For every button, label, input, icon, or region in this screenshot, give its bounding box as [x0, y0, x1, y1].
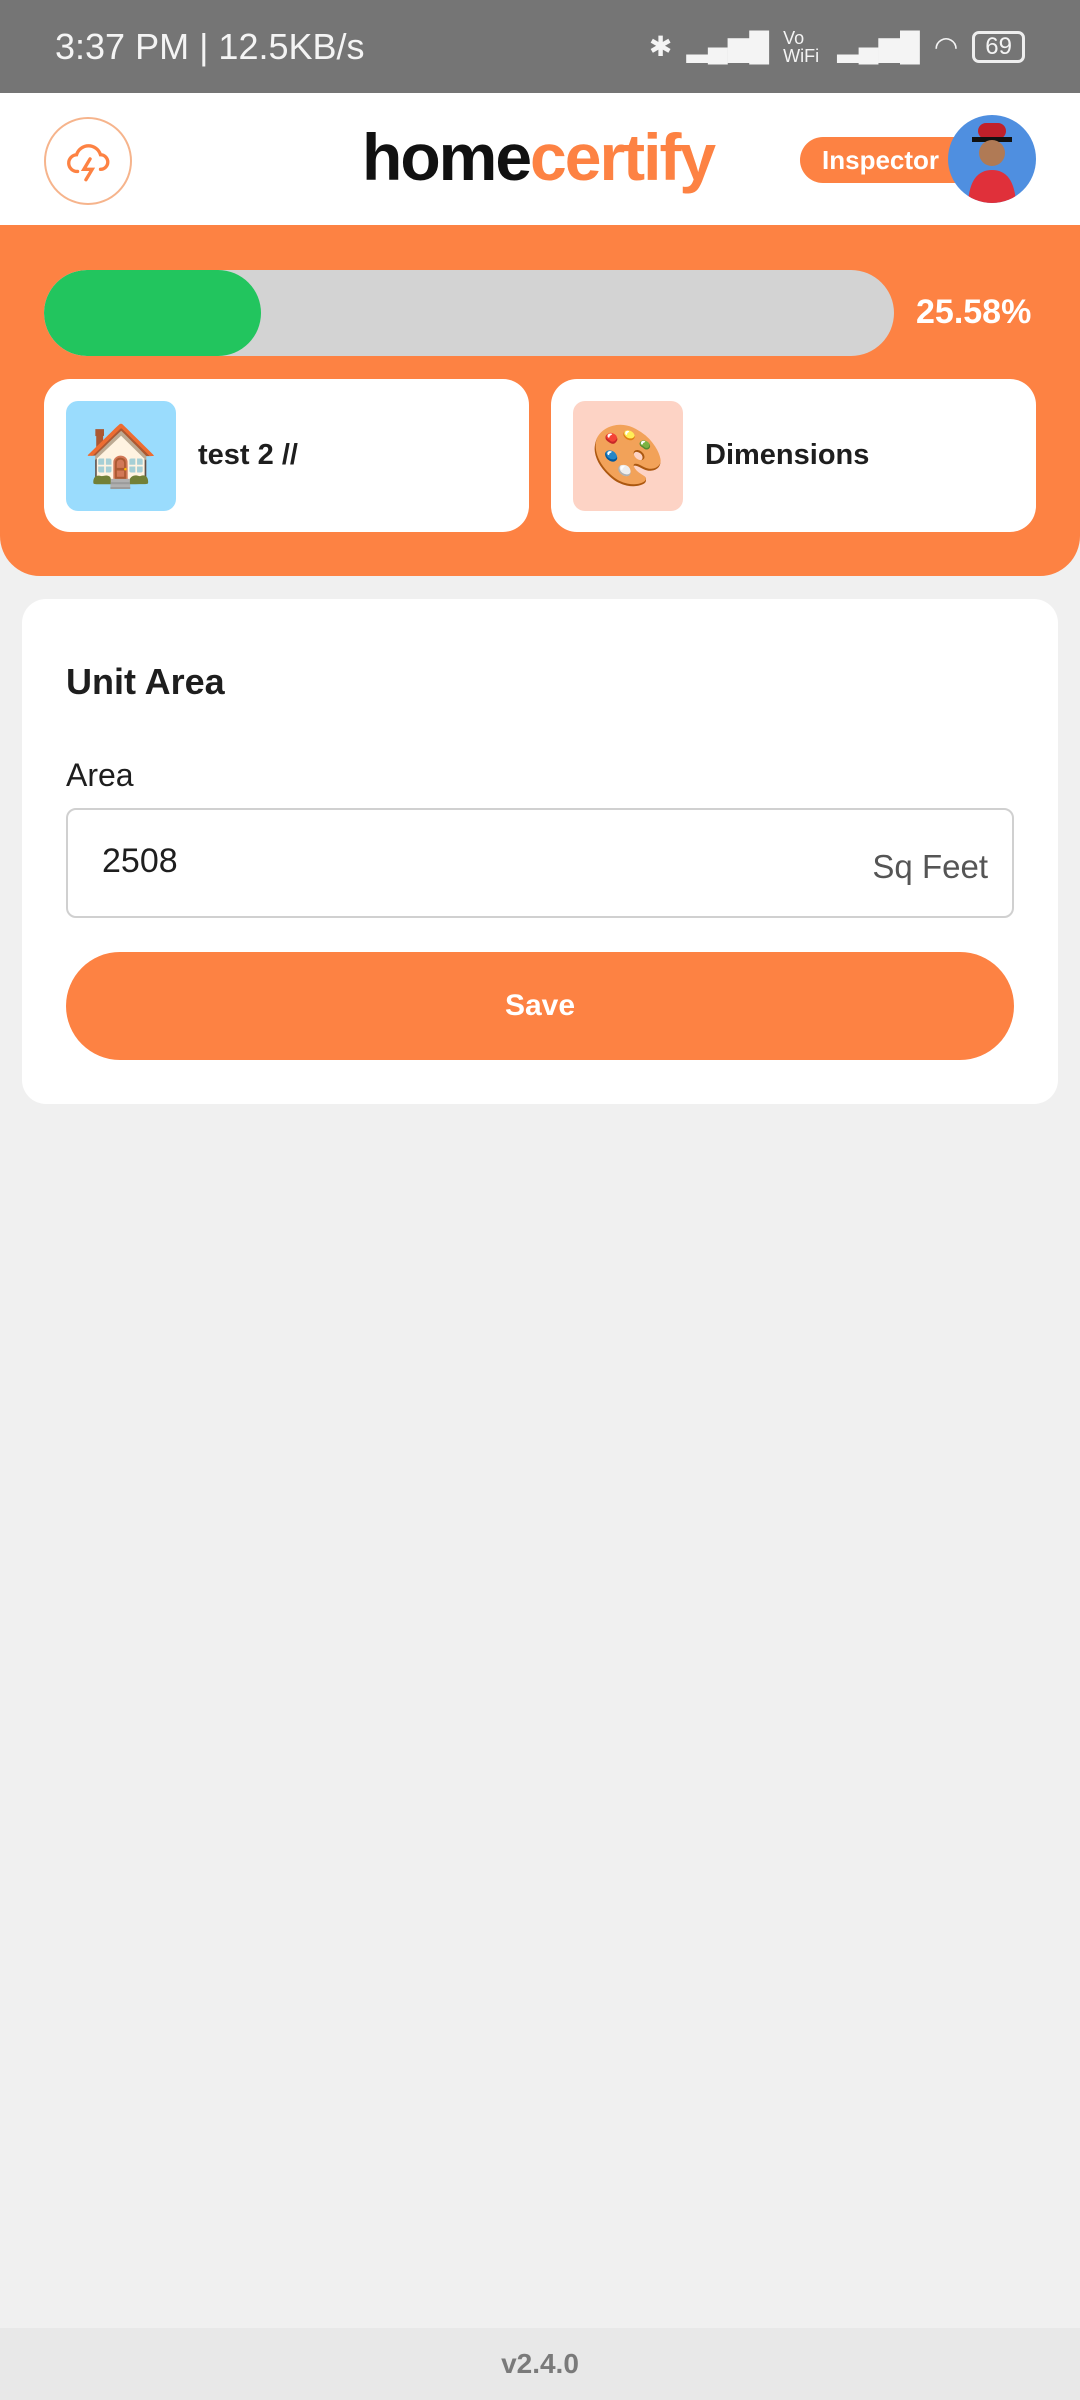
area-label: Area — [66, 757, 134, 793]
sync-button[interactable] — [44, 117, 132, 205]
area-field[interactable]: Sq Feet — [66, 808, 1014, 918]
unit-label: Sq Feet — [872, 848, 988, 885]
form-title: Unit Area — [66, 661, 225, 702]
homecertify-logo: homecertify — [362, 120, 716, 194]
battery-icon: 69 — [972, 30, 1025, 63]
status-time: 3:37 PM | 12.5KB/s — [55, 25, 365, 67]
property-name: test 2 // — [198, 439, 298, 471]
abstract-shapes-icon: 🎨 — [573, 400, 683, 511]
cloud-lightning-icon — [67, 144, 110, 182]
wifi-icon: ◠ — [933, 31, 959, 62]
section-card-dimensions[interactable]: 🎨 Dimensions — [551, 379, 1036, 532]
progress-bar — [44, 270, 894, 356]
inspector-avatar-icon — [968, 123, 1016, 203]
signal-icon: ▂▄▆█ — [837, 31, 920, 62]
version-footer: v2.4.0 — [0, 2328, 1080, 2400]
progress-percent: 25.58% — [916, 293, 1032, 331]
bluetooth-icon: ✱ — [648, 31, 673, 62]
app-header: homecertify Inspector — [0, 93, 1080, 225]
unit-area-form: Unit Area Area Sq Feet Save — [22, 599, 1058, 1104]
signal-icon: ▂▄▆█ — [686, 31, 770, 62]
house-icon: 🏠 — [66, 400, 176, 511]
avatar[interactable] — [948, 115, 1036, 203]
status-bar: 3:37 PM | 12.5KB/s ✱ ▂▄▆█ Vo WiFi ▂▄▆█ ◠… — [0, 0, 1080, 93]
area-input[interactable] — [102, 842, 802, 881]
section-name: Dimensions — [705, 439, 870, 471]
property-card[interactable]: 🏠 test 2 // — [44, 379, 529, 532]
progress-panel: 25.58% 🏠 test 2 // 🎨 Dimensions — [0, 225, 1080, 576]
vowifi-label: Vo WiFi — [783, 27, 820, 66]
progress-fill — [44, 270, 262, 356]
save-button[interactable]: Save — [66, 952, 1014, 1060]
